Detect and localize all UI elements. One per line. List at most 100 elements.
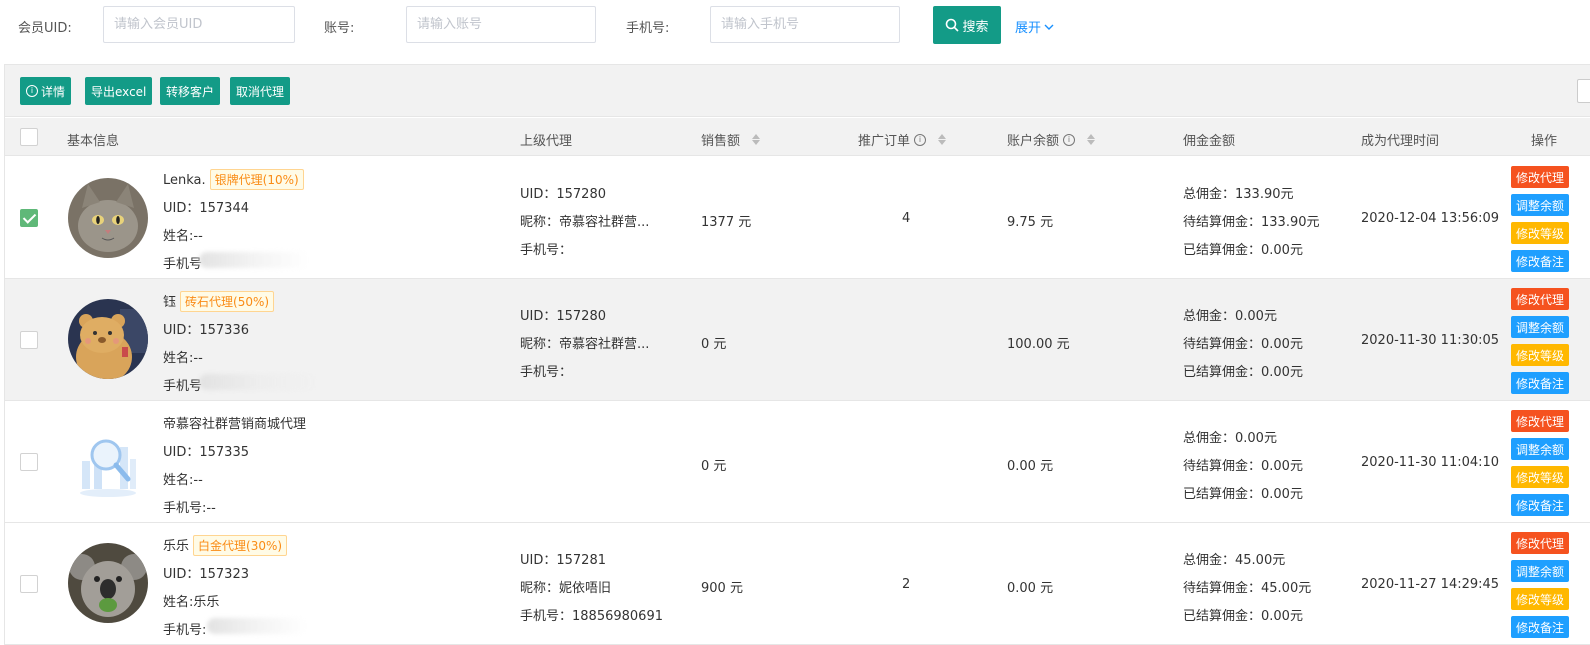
- row-checkbox[interactable]: [20, 575, 38, 593]
- parent-uid: UID：157280: [520, 309, 606, 324]
- settled-commission: 已结算佣金：0.00元: [1183, 609, 1303, 624]
- edit-agent-button[interactable]: 修改代理: [1511, 410, 1569, 432]
- chevron-down-icon: [1044, 24, 1054, 30]
- row-nickname: 钰砖石代理(50%): [163, 291, 275, 312]
- table-toolbar: i 详情 导出excel 转移客户 取消代理: [5, 65, 1590, 117]
- edit-level-button[interactable]: 修改等级: [1511, 344, 1569, 366]
- col-sales[interactable]: 销售额: [701, 130, 761, 149]
- nickname-text: 乐乐: [163, 539, 190, 554]
- order-count: 2: [902, 577, 911, 592]
- parent-phone: 手机号：18856980691: [520, 609, 663, 624]
- pending-commission: 待结算佣金：45.00元: [1183, 581, 1312, 596]
- uid-input[interactable]: [103, 6, 295, 43]
- settled-commission: 已结算佣金：0.00元: [1183, 487, 1303, 502]
- total-commission: 总佣金：45.00元: [1183, 553, 1286, 568]
- agent-since-time: 2020-11-30 11:04:10: [1361, 455, 1500, 470]
- redacted-phone-mask: [199, 374, 319, 390]
- level-badge: 砖石代理(50%): [180, 291, 275, 312]
- row-checkbox[interactable]: [20, 331, 38, 349]
- parent-uid: UID：157280: [520, 187, 606, 202]
- pending-commission: 待结算佣金：0.00元: [1183, 459, 1303, 474]
- detail-button[interactable]: i 详情: [20, 77, 72, 105]
- phone-input[interactable]: [710, 6, 900, 43]
- filter-bar: 会员UID: 账号: 手机号: 搜索 展开: [0, 0, 1590, 50]
- search-icon: [946, 18, 960, 32]
- edit-level-button[interactable]: 修改等级: [1511, 466, 1569, 488]
- search-button[interactable]: 搜索: [933, 6, 1001, 44]
- cat-avatar: [68, 178, 148, 258]
- table-row: Lenka. 银牌代理(10%) UID：157344 姓名:-- 手机号 UID…: [5, 157, 1590, 279]
- row-uid: UID：157344: [163, 201, 249, 216]
- edit-level-button[interactable]: 修改等级: [1511, 588, 1569, 610]
- col-basic-info: 基本信息: [67, 134, 120, 149]
- sales-amount: 1377 元: [701, 215, 752, 230]
- adjust-balance-button[interactable]: 调整余额: [1511, 438, 1569, 460]
- edit-agent-button[interactable]: 修改代理: [1511, 532, 1569, 554]
- row-phone: 手机号: [163, 257, 203, 272]
- adjust-balance-button[interactable]: 调整余额: [1511, 560, 1569, 582]
- order-count: 4: [902, 211, 911, 226]
- adjust-balance-button[interactable]: 调整余额: [1511, 194, 1569, 216]
- bear-avatar: [68, 299, 148, 379]
- parent-uid: UID：157281: [520, 553, 606, 568]
- transfer-customer-button[interactable]: 转移客户: [160, 77, 221, 105]
- settled-commission: 已结算佣金：0.00元: [1183, 365, 1303, 380]
- account-label: 账号:: [324, 21, 355, 36]
- row-nickname: 乐乐 白金代理(30%): [163, 535, 288, 556]
- col-balance[interactable]: 账户余额 i: [1007, 130, 1096, 149]
- search-label: 搜索: [962, 19, 989, 35]
- row-uid: UID：157336: [163, 323, 249, 338]
- expand-label: 展开: [1015, 21, 1042, 36]
- select-all-checkbox[interactable]: [20, 128, 38, 146]
- info-icon: i: [914, 133, 927, 146]
- col-balance-label: 账户余额: [1007, 134, 1060, 149]
- sort-icon[interactable]: [752, 134, 761, 145]
- edit-note-button[interactable]: 修改备注: [1511, 250, 1569, 272]
- parent-phone: 手机号：: [520, 243, 573, 258]
- account-balance: 9.75 元: [1007, 215, 1054, 230]
- row-uid: UID：157323: [163, 567, 249, 582]
- row-name: 姓名:--: [163, 229, 203, 244]
- parent-nickname: 昵称：帝慕容社群营...: [520, 215, 650, 230]
- col-sales-label: 销售额: [701, 134, 741, 149]
- expand-link[interactable]: 展开: [1015, 17, 1054, 36]
- adjust-balance-button[interactable]: 调整余额: [1511, 316, 1569, 338]
- table-row: 乐乐 白金代理(30%) UID：157323 姓名:乐乐 手机号: UID：15…: [5, 523, 1590, 645]
- edit-note-button[interactable]: 修改备注: [1511, 494, 1569, 516]
- table-panel: i 详情 导出excel 转移客户 取消代理 基本信息 上级代理 销售额 推广订…: [4, 64, 1590, 645]
- detail-label: 详情: [41, 84, 66, 99]
- sales-amount: 0 元: [701, 459, 727, 474]
- row-phone: 手机号:--: [163, 501, 216, 516]
- table-row: 钰砖石代理(50%) UID：157336 姓名:-- 手机号 UID：1572…: [5, 279, 1590, 401]
- total-commission: 总佣金：0.00元: [1183, 431, 1277, 446]
- row-checkbox[interactable]: [20, 453, 38, 471]
- edit-level-button[interactable]: 修改等级: [1511, 222, 1569, 244]
- row-uid: UID：157335: [163, 445, 249, 460]
- agent-since-time: 2020-11-30 11:30:05: [1361, 333, 1500, 348]
- table-row: 帝慕容社群营销商城代理 UID：157335 姓名:-- 手机号:-- 0 元 …: [5, 401, 1590, 523]
- agent-since-time: 2020-11-27 14:29:45: [1361, 577, 1500, 592]
- empty-search-avatar: [68, 421, 148, 501]
- account-input[interactable]: [406, 6, 596, 43]
- col-agent-since: 成为代理时间: [1361, 134, 1440, 149]
- edit-agent-button[interactable]: 修改代理: [1511, 288, 1569, 310]
- parent-nickname: 昵称：帝慕容社群营...: [520, 337, 650, 352]
- edit-note-button[interactable]: 修改备注: [1511, 616, 1569, 638]
- row-name: 姓名:--: [163, 473, 203, 488]
- edit-note-button[interactable]: 修改备注: [1511, 372, 1569, 394]
- edit-agent-button[interactable]: 修改代理: [1511, 166, 1569, 188]
- sort-icon[interactable]: [1087, 134, 1096, 145]
- nickname-text: 钰: [163, 295, 177, 310]
- columns-toggle-icon[interactable]: [1577, 79, 1590, 103]
- export-excel-button[interactable]: 导出excel: [85, 77, 153, 105]
- info-icon: i: [1063, 133, 1076, 146]
- level-badge: 白金代理(30%): [193, 535, 288, 556]
- col-operations: 操作: [1531, 134, 1558, 149]
- col-orders[interactable]: 推广订单 i: [858, 130, 947, 149]
- phone-label: 手机号:: [626, 21, 670, 36]
- agent-since-time: 2020-12-04 13:56:09: [1361, 211, 1500, 226]
- sort-icon[interactable]: [938, 134, 947, 145]
- cancel-agent-button[interactable]: 取消代理: [230, 77, 291, 105]
- row-nickname: Lenka. 银牌代理(10%): [163, 169, 304, 190]
- row-checkbox[interactable]: [20, 209, 38, 227]
